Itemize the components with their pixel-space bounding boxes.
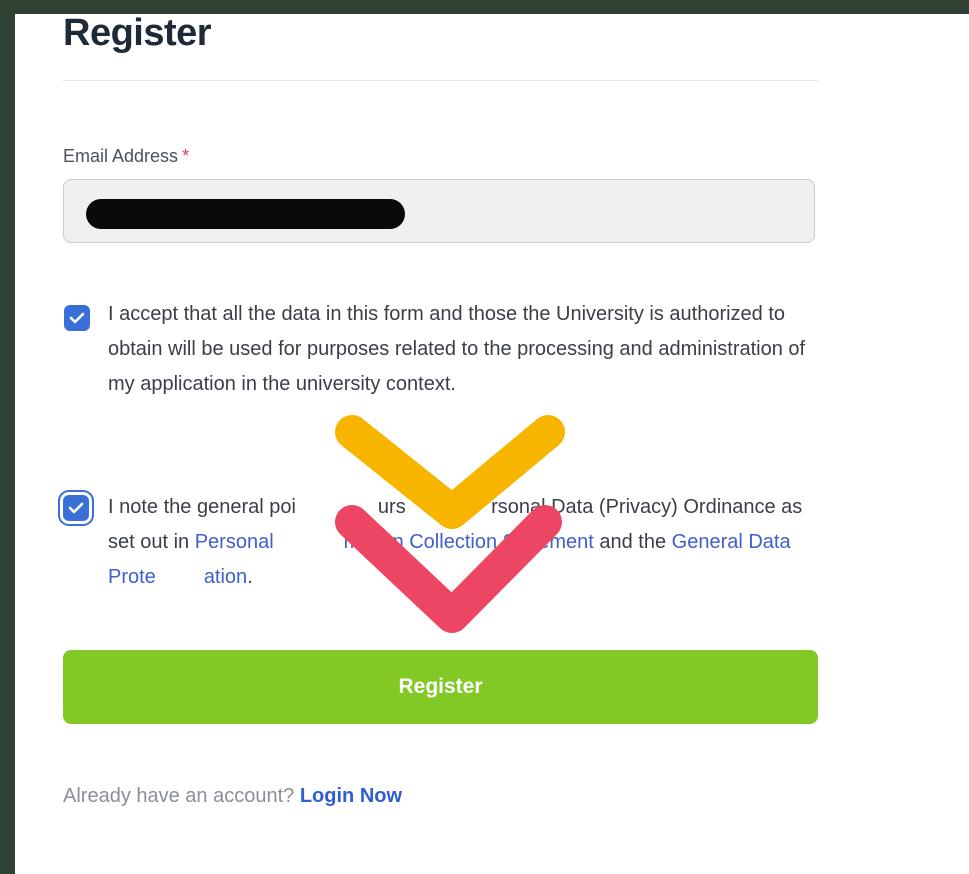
register-button[interactable]: Register [63, 650, 818, 724]
pics-link-part: Personal [194, 531, 274, 553]
check-icon [68, 502, 84, 514]
pics-link-part: mation Collection Statement [343, 531, 594, 553]
email-label-text: Email Address [63, 146, 179, 166]
required-mark: * [182, 146, 190, 166]
consent-2-part: I note the general poi [108, 496, 296, 518]
consent-checkbox-1[interactable] [64, 305, 90, 331]
register-card [15, 14, 969, 874]
check-icon [69, 312, 85, 324]
title-divider [63, 80, 818, 81]
login-now-link[interactable]: Login Now [300, 785, 402, 807]
consent-2-part: urs [377, 496, 406, 518]
redaction-bar-end [89, 207, 113, 225]
consent-2-part: . [247, 566, 253, 588]
redaction-bar [86, 199, 405, 229]
gdpr-link-part: ation [203, 566, 248, 588]
consent-2-part: o th [435, 496, 470, 518]
login-prompt-text: Already have an account? [63, 785, 295, 807]
pics-link[interactable]: Personal mation Collection Statement [195, 531, 594, 553]
consent-text-2: I note the general poi urs o th rsonal Data… [108, 490, 828, 595]
consent-2-part: and the [593, 531, 672, 553]
page-title: Register [63, 12, 212, 54]
login-prompt: Already have an account? Login Now [63, 785, 402, 808]
email-label: Email Address * [63, 146, 189, 167]
consent-checkbox-2[interactable] [63, 495, 89, 521]
consent-text-1: I accept that all the data in this form … [108, 303, 806, 395]
